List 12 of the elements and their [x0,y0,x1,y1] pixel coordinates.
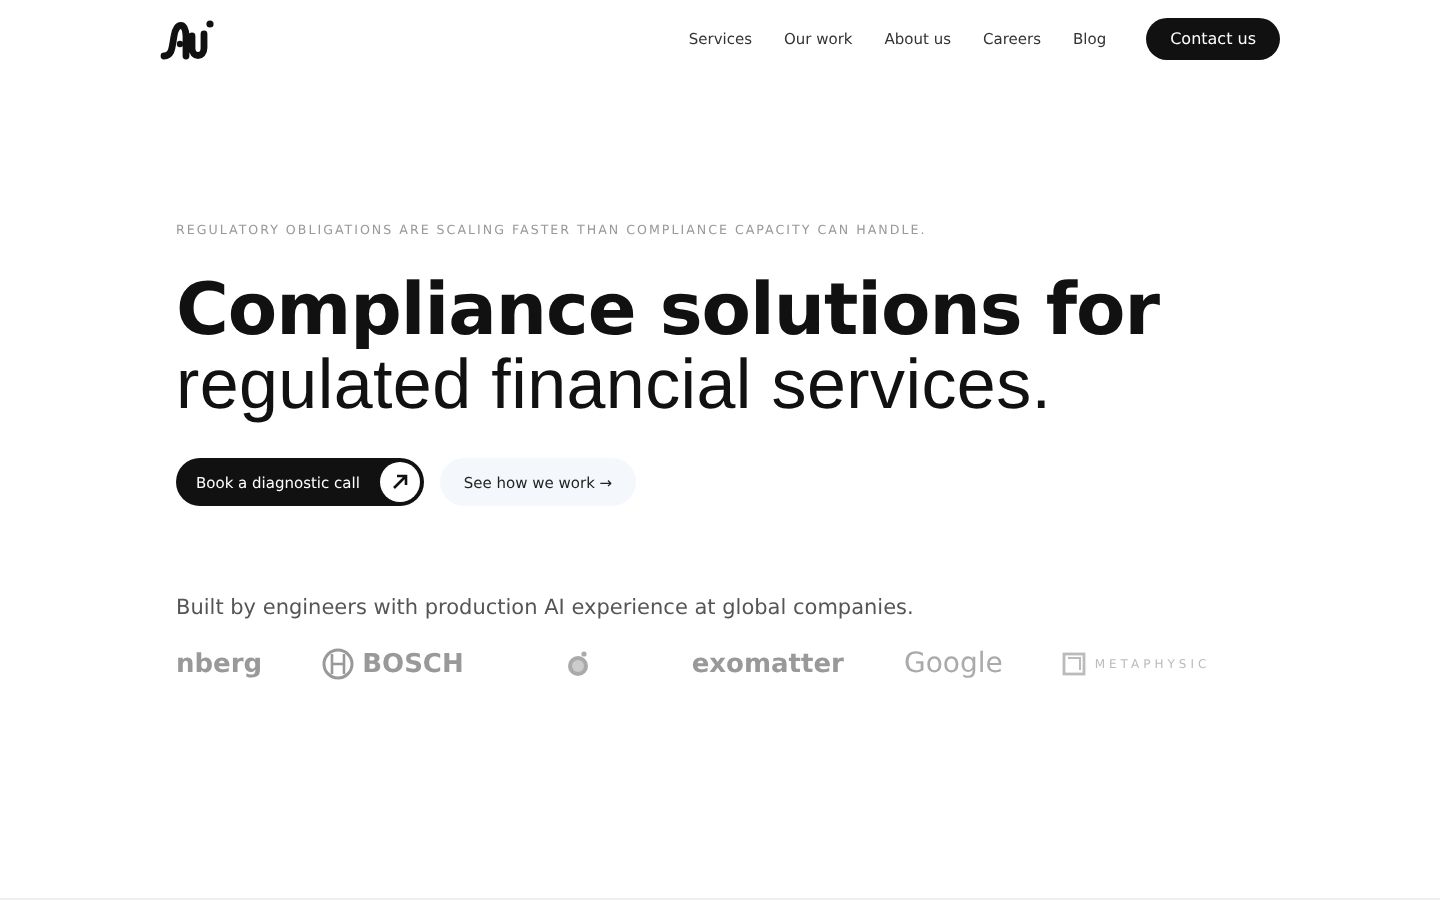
company-logo: BOSCH [362,649,464,679]
emblem-icon [322,648,355,680]
circle-logo-icon [563,650,592,678]
company-logo: nberg [176,649,263,679]
company-logo: Google [903,648,1003,680]
caption-text: Built by engineers with production AI experience at global companies. [176,596,916,620]
company-logo: exomatter [691,649,844,679]
headline: Compliance solutions for [176,274,1162,350]
square-icon [1062,652,1087,676]
headline: regulated financial services. [176,350,1054,422]
logo-icon[interactable] [160,16,216,60]
contact-button[interactable]: Contact us [1146,17,1280,59]
